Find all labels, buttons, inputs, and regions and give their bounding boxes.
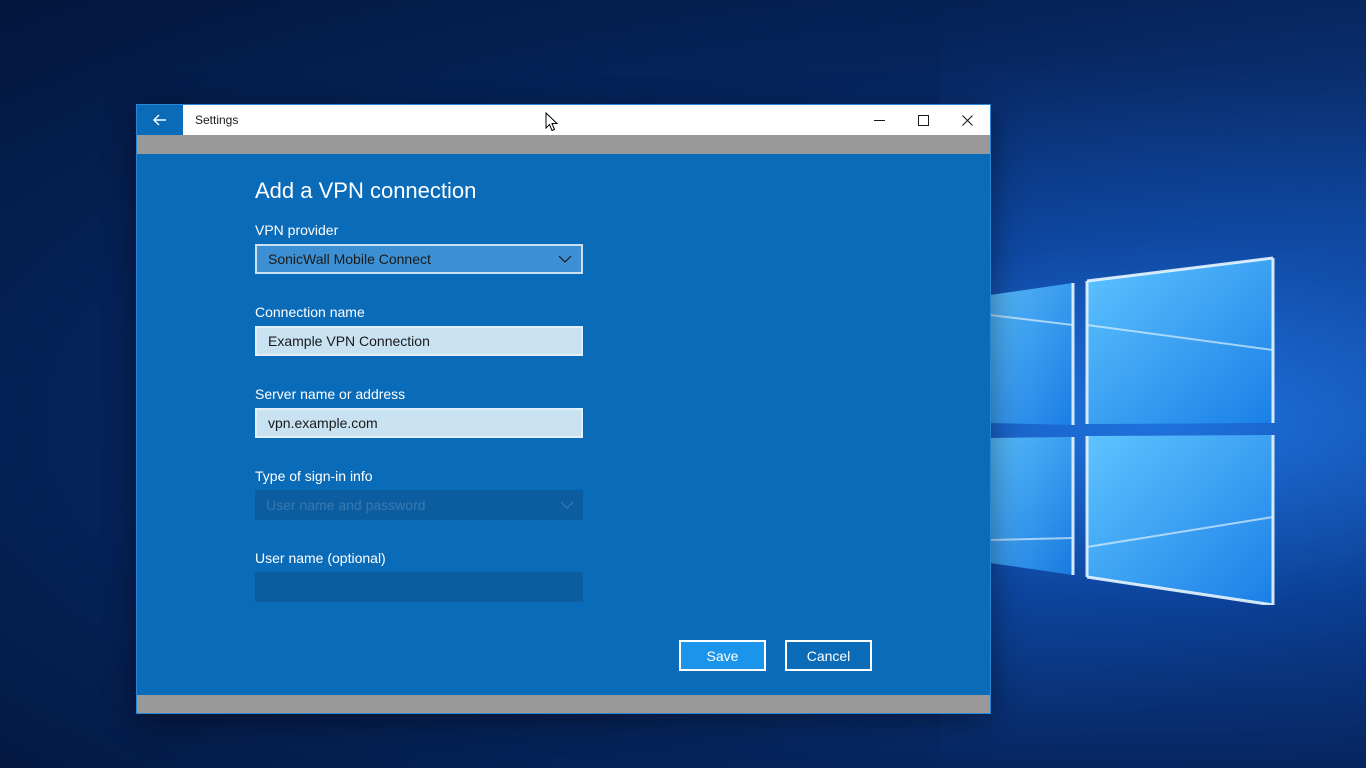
vpn-form: Add a VPN connection VPN provider SonicW… xyxy=(255,154,955,695)
window-title: Settings xyxy=(195,113,239,127)
save-button[interactable]: Save xyxy=(679,640,766,671)
sign-in-type-value: User name and password xyxy=(266,497,426,513)
connection-name-label: Connection name xyxy=(255,304,365,320)
sign-in-type-dropdown: User name and password xyxy=(255,490,583,520)
windows-logo xyxy=(990,256,1275,605)
maximize-button[interactable] xyxy=(901,105,945,135)
vpn-provider-label: VPN provider xyxy=(255,222,339,238)
maximize-icon xyxy=(917,114,929,126)
back-arrow-icon xyxy=(153,114,166,126)
server-address-input[interactable] xyxy=(255,408,583,438)
title-bar[interactable]: Settings xyxy=(137,105,990,135)
desktop: Settings Add a VPN connection VPN provid xyxy=(0,0,1366,768)
top-overlay-band xyxy=(137,135,990,154)
chevron-down-icon xyxy=(560,501,574,509)
chevron-down-icon xyxy=(558,255,572,263)
connection-name-input[interactable] xyxy=(255,326,583,356)
vpn-provider-value: SonicWall Mobile Connect xyxy=(268,251,431,267)
minimize-button[interactable] xyxy=(857,105,901,135)
sign-in-type-label: Type of sign-in info xyxy=(255,468,373,484)
vpn-provider-dropdown[interactable]: SonicWall Mobile Connect xyxy=(255,244,583,274)
server-address-label: Server name or address xyxy=(255,386,406,402)
username-label: User name (optional) xyxy=(255,550,386,566)
bottom-overlay-band xyxy=(137,695,990,713)
cancel-button[interactable]: Cancel xyxy=(785,640,872,671)
minimize-icon xyxy=(873,119,885,121)
back-button[interactable] xyxy=(137,105,183,135)
page-title: Add a VPN connection xyxy=(255,178,477,203)
mouse-cursor-icon xyxy=(545,112,559,132)
settings-window: Settings Add a VPN connection VPN provid xyxy=(137,105,990,713)
username-input xyxy=(255,572,583,602)
close-button[interactable] xyxy=(945,105,989,135)
close-icon xyxy=(961,114,973,126)
